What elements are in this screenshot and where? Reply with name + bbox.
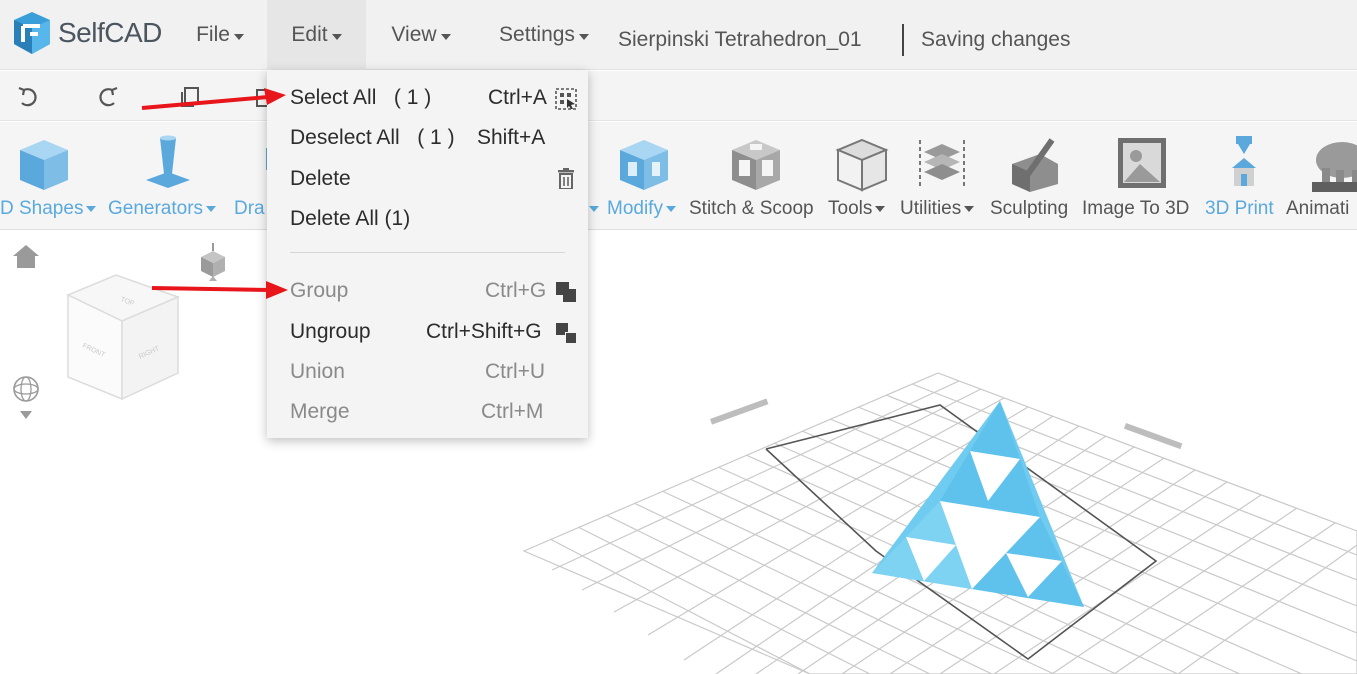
menu-file[interactable]: File bbox=[180, 0, 260, 70]
redo-icon bbox=[99, 86, 118, 107]
annotation-arrow-select-all bbox=[141, 88, 286, 110]
tool-image-to-3d-label: Image To 3D bbox=[1082, 198, 1190, 219]
menu-view[interactable]: View bbox=[376, 0, 466, 70]
delete-label: Delete bbox=[290, 167, 351, 190]
tool-draw-label: Dra bbox=[234, 198, 265, 219]
tool-image-to-3d[interactable]: Image To 3D bbox=[1082, 122, 1202, 230]
menu-item-group[interactable]: Group Ctrl+G bbox=[267, 270, 588, 310]
menu-view-label: View bbox=[391, 23, 437, 46]
tool-modify[interactable]: Modify bbox=[586, 122, 686, 230]
select-all-label: Select All ( 1 ) bbox=[290, 86, 432, 109]
ungroup-icon bbox=[556, 323, 577, 344]
scene-grid bbox=[522, 372, 1357, 674]
menu-file-label: File bbox=[196, 23, 230, 46]
app-name: SelfCAD bbox=[58, 17, 162, 48]
tools-icon bbox=[835, 138, 889, 192]
ungroup-shortcut: Ctrl+Shift+G bbox=[426, 320, 542, 343]
tool-animation[interactable]: Animati bbox=[1286, 122, 1357, 230]
title-divider bbox=[902, 24, 904, 56]
chevron-down-icon bbox=[875, 205, 886, 212]
utilities-icon bbox=[919, 140, 965, 188]
deselect-all-shortcut: Shift+A bbox=[477, 126, 546, 149]
tool-sculpting[interactable]: Sculpting bbox=[990, 122, 1080, 230]
tool-sculpting-label: Sculpting bbox=[990, 198, 1069, 219]
chevron-down-icon bbox=[86, 205, 97, 212]
menu-settings[interactable]: Settings bbox=[484, 0, 604, 70]
menu-item-ungroup[interactable]: Ungroup Ctrl+Shift+G bbox=[267, 311, 588, 351]
stitch-scoop-icon bbox=[732, 140, 780, 190]
trash-icon bbox=[558, 168, 574, 189]
undo-icon bbox=[18, 86, 37, 107]
menu-item-delete[interactable]: Delete bbox=[267, 158, 588, 198]
selfcad-logo[interactable]: SelfCAD bbox=[10, 10, 162, 56]
group-shortcut: Ctrl+G bbox=[485, 279, 547, 302]
save-status: Saving changes bbox=[921, 28, 1071, 51]
tool-animation-label: Animati bbox=[1286, 198, 1350, 219]
deselect-all-label: Deselect All ( 1 ) bbox=[290, 126, 455, 149]
menu-separator bbox=[290, 252, 565, 253]
center-view-icon[interactable] bbox=[196, 241, 230, 283]
generator-icon bbox=[146, 135, 190, 188]
home-icon[interactable] bbox=[12, 243, 40, 269]
tool-draw[interactable]: Dra bbox=[232, 122, 276, 230]
menu-item-delete-all[interactable]: Delete All (1) bbox=[267, 198, 588, 238]
menu-item-deselect-all[interactable]: Deselect All ( 1 ) Shift+A bbox=[267, 117, 588, 157]
menubar: SelfCAD File Edit View Settings Sierpins… bbox=[0, 0, 1357, 70]
tool-modify-label: Modify bbox=[586, 198, 676, 220]
union-shortcut: Ctrl+U bbox=[485, 360, 546, 383]
tool-generators[interactable]: Generators bbox=[106, 122, 230, 230]
menu-item-merge[interactable]: Merge Ctrl+M bbox=[267, 391, 588, 431]
tool-tools-label: Tools bbox=[828, 198, 886, 220]
sculpting-icon bbox=[1012, 138, 1058, 192]
merge-label: Merge bbox=[290, 400, 350, 423]
select-all-icon bbox=[555, 88, 577, 110]
chevron-down-icon bbox=[233, 33, 244, 40]
ribbon-toolbar: D Shapes Generators Dra Modify Stitch & … bbox=[0, 122, 1357, 230]
delete-all-label: Delete All (1) bbox=[290, 207, 411, 230]
menu-item-select-all[interactable]: Select All ( 1 ) Ctrl+A bbox=[267, 77, 588, 117]
chevron-down-icon bbox=[665, 205, 676, 212]
tool-3d-shapes[interactable]: D Shapes bbox=[0, 122, 104, 230]
undo-button[interactable] bbox=[12, 81, 44, 113]
menu-settings-label: Settings bbox=[499, 23, 575, 46]
cube-icon bbox=[20, 140, 68, 190]
chevron-down-icon bbox=[440, 33, 451, 40]
tool-utilities-label: Utilities bbox=[900, 198, 975, 220]
group-label: Group bbox=[290, 279, 349, 302]
animation-elephant-icon bbox=[1312, 142, 1357, 192]
tool-utilities[interactable]: Utilities bbox=[900, 122, 988, 230]
group-icon bbox=[556, 282, 576, 302]
tool-stitch-scoop-label: Stitch & Scoop bbox=[689, 198, 814, 219]
chevron-down-icon bbox=[589, 205, 599, 212]
tool-3d-shapes-label: D Shapes bbox=[0, 198, 97, 220]
merge-shortcut: Ctrl+M bbox=[481, 400, 544, 423]
menu-edit-label: Edit bbox=[291, 23, 328, 46]
chevron-down-icon bbox=[578, 33, 589, 40]
tool-3d-print-label: 3D Print bbox=[1205, 198, 1274, 219]
modify-icon bbox=[620, 140, 668, 190]
edit-dropdown-menu: Select All ( 1 ) Ctrl+A Deselect All ( 1… bbox=[267, 70, 588, 438]
select-all-shortcut: Ctrl+A bbox=[488, 86, 547, 109]
ungroup-label: Ungroup bbox=[290, 320, 371, 343]
menu-item-union[interactable]: Union Ctrl+U bbox=[267, 351, 588, 391]
chevron-down-icon bbox=[331, 33, 342, 40]
redo-button[interactable] bbox=[92, 81, 124, 113]
3d-print-icon bbox=[1232, 136, 1256, 186]
chevron-down-icon bbox=[206, 205, 217, 212]
document-title[interactable]: Sierpinski Tetrahedron_01 bbox=[618, 28, 862, 52]
selfcad-logo-icon bbox=[14, 12, 50, 54]
tool-3d-print[interactable]: 3D Print bbox=[1204, 122, 1284, 230]
annotation-arrow-group bbox=[151, 281, 288, 299]
union-label: Union bbox=[290, 360, 345, 383]
tool-tools[interactable]: Tools bbox=[828, 122, 898, 230]
orbit-navigation-icon[interactable] bbox=[12, 375, 40, 423]
tool-generators-label: Generators bbox=[108, 198, 217, 220]
image-to-3d-icon bbox=[1118, 138, 1166, 188]
chevron-down-icon bbox=[964, 205, 975, 212]
tool-stitch-scoop[interactable]: Stitch & Scoop bbox=[688, 122, 826, 230]
menu-edit[interactable]: Edit bbox=[267, 0, 366, 70]
